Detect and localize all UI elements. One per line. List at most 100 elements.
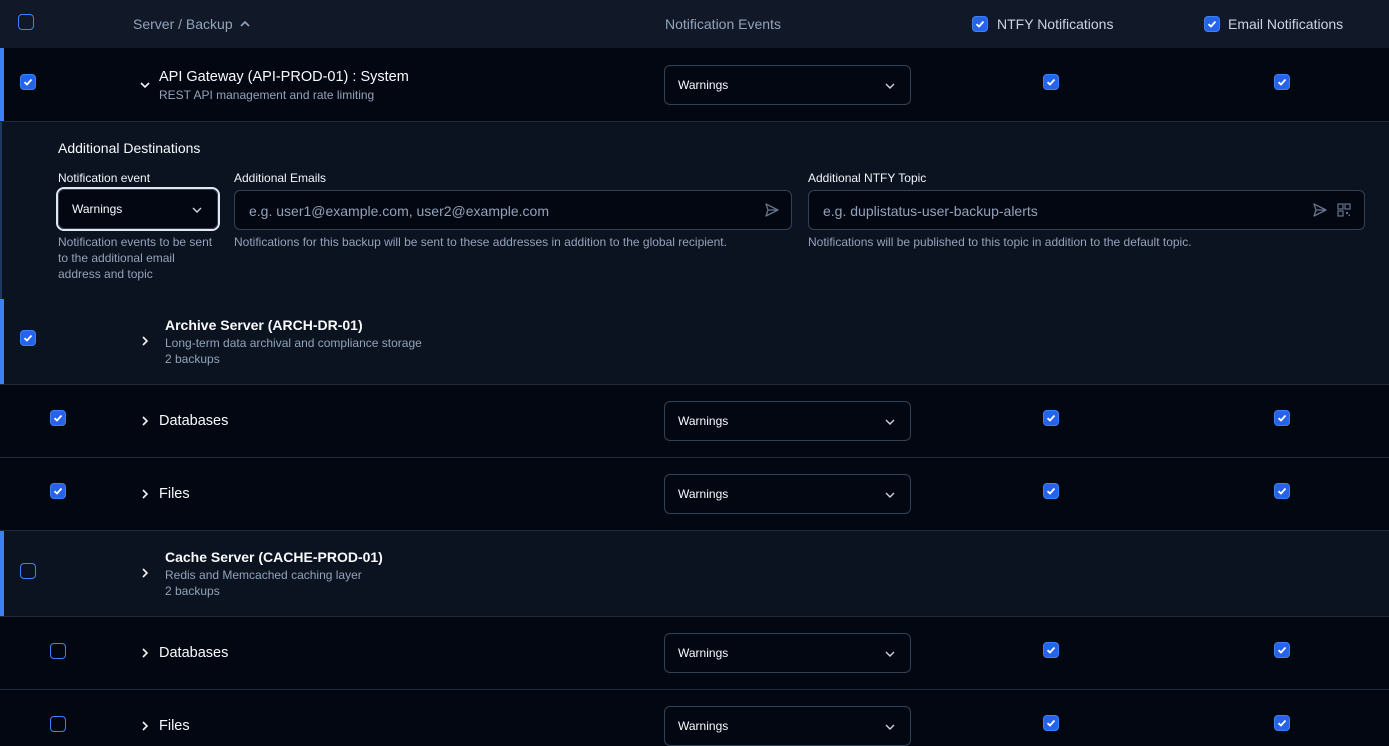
- additional-emails-help: Notifications for this backup will be se…: [234, 235, 727, 249]
- select-value: Warnings: [678, 414, 729, 428]
- backup-row-api-gateway: API Gateway (API-PROD-01) : System REST …: [0, 48, 1389, 122]
- check-icon: [23, 334, 33, 342]
- chevron-down-icon: [885, 492, 895, 498]
- additional-ntfy-help: Notifications will be published to this …: [808, 235, 1192, 249]
- send-icon[interactable]: [1312, 202, 1328, 218]
- backup-row-cache-files: Files Warnings: [0, 690, 1389, 746]
- panel-accent: [0, 122, 2, 299]
- ntfy-checkbox[interactable]: [1043, 410, 1059, 426]
- select-value: Warnings: [678, 78, 729, 92]
- check-icon: [1046, 646, 1056, 654]
- check-icon: [1277, 487, 1287, 495]
- notification-event-select[interactable]: Warnings: [664, 401, 911, 441]
- additional-emails-input[interactable]: [247, 200, 751, 222]
- expand-chevron-right-icon[interactable]: [139, 335, 151, 347]
- check-icon: [975, 20, 985, 28]
- table-header: Server / Backup Notification Events NTFY…: [0, 0, 1389, 49]
- select-value: Warnings: [678, 719, 729, 733]
- column-header-ntfy: NTFY Notifications: [997, 16, 1114, 32]
- sort-ascending-icon[interactable]: [239, 18, 251, 30]
- expand-chevron-right-icon[interactable]: [139, 488, 151, 500]
- check-icon: [1207, 20, 1217, 28]
- server-backup-count: 2 backups: [165, 352, 220, 366]
- additional-ntfy-label: Additional NTFY Topic: [808, 171, 927, 185]
- check-icon: [1046, 719, 1056, 727]
- notification-event-select[interactable]: Warnings: [664, 706, 911, 746]
- backup-name: Databases: [159, 645, 229, 661]
- chevron-down-icon: [885, 83, 895, 89]
- email-checkbox[interactable]: [1274, 410, 1290, 426]
- column-header-email: Email Notifications: [1228, 16, 1344, 32]
- qr-code-icon[interactable]: [1336, 202, 1352, 218]
- backup-row-cache-databases: Databases Warnings: [0, 617, 1389, 690]
- ntfy-checkbox[interactable]: [1043, 715, 1059, 731]
- email-checkbox[interactable]: [1274, 642, 1290, 658]
- collapse-chevron-down-icon[interactable]: [139, 79, 151, 91]
- server-row-archive: Archive Server (ARCH-DR-01) Long-term da…: [0, 299, 1389, 385]
- column-header-server-backup[interactable]: Server / Backup: [133, 16, 233, 32]
- row-select-checkbox[interactable]: [50, 483, 66, 499]
- panel-heading: Additional Destinations: [58, 140, 201, 156]
- email-all-checkbox[interactable]: [1204, 16, 1220, 32]
- check-icon: [53, 414, 63, 422]
- backup-row-archive-files: Files Warnings: [0, 458, 1389, 531]
- row-accent: [0, 299, 4, 384]
- backup-title: API Gateway (API-PROD-01) : System: [159, 69, 409, 85]
- notification-event-select[interactable]: Warnings: [664, 474, 911, 514]
- backup-description: REST API management and rate limiting: [159, 88, 375, 102]
- server-description: Redis and Memcached caching layer: [165, 568, 362, 582]
- select-value: Warnings: [72, 202, 123, 216]
- additional-emails-field[interactable]: [234, 190, 792, 230]
- email-checkbox[interactable]: [1274, 715, 1290, 731]
- ntfy-all-checkbox[interactable]: [972, 16, 988, 32]
- check-icon: [1277, 414, 1287, 422]
- email-checkbox[interactable]: [1274, 483, 1290, 499]
- expand-chevron-right-icon[interactable]: [139, 647, 151, 659]
- check-icon: [23, 78, 33, 86]
- backup-name: Files: [159, 486, 190, 502]
- server-description: Long-term data archival and compliance s…: [165, 336, 422, 350]
- row-select-checkbox[interactable]: [20, 74, 36, 90]
- server-name: Archive Server (ARCH-DR-01): [165, 317, 363, 333]
- additional-ntfy-field[interactable]: [808, 190, 1365, 230]
- notification-event-select[interactable]: Warnings: [664, 65, 911, 105]
- select-value: Warnings: [678, 487, 729, 501]
- ntfy-checkbox[interactable]: [1043, 483, 1059, 499]
- row-select-checkbox[interactable]: [50, 643, 66, 659]
- expand-chevron-right-icon[interactable]: [139, 720, 151, 732]
- additional-emails-label: Additional Emails: [234, 171, 327, 185]
- server-select-checkbox[interactable]: [20, 563, 36, 579]
- notification-event-select[interactable]: Warnings: [664, 633, 911, 673]
- additional-ntfy-input[interactable]: [821, 200, 1295, 222]
- email-checkbox[interactable]: [1274, 74, 1290, 90]
- column-header-notification-events: Notification Events: [665, 16, 781, 32]
- check-icon: [53, 487, 63, 495]
- send-icon[interactable]: [764, 202, 780, 218]
- chevron-down-icon: [192, 207, 202, 213]
- server-row-cache: Cache Server (CACHE-PROD-01) Redis and M…: [0, 531, 1389, 617]
- select-all-checkbox[interactable]: [18, 14, 34, 30]
- server-name: Cache Server (CACHE-PROD-01): [165, 549, 383, 565]
- notification-event-label: Notification event: [58, 171, 151, 185]
- check-icon: [1046, 487, 1056, 495]
- expand-chevron-right-icon[interactable]: [139, 415, 151, 427]
- server-select-checkbox[interactable]: [20, 330, 36, 346]
- row-select-checkbox[interactable]: [50, 716, 66, 732]
- chevron-down-icon: [885, 419, 895, 425]
- ntfy-checkbox[interactable]: [1043, 642, 1059, 658]
- backup-name: Files: [159, 718, 190, 734]
- chevron-down-icon: [885, 724, 895, 730]
- notification-event-help: Notification events to be sent to the ad…: [58, 235, 213, 281]
- row-accent: [0, 48, 4, 121]
- expand-chevron-right-icon[interactable]: [139, 567, 151, 579]
- backup-row-archive-databases: Databases Warnings: [0, 385, 1389, 458]
- ntfy-checkbox[interactable]: [1043, 74, 1059, 90]
- check-icon: [1046, 414, 1056, 422]
- check-icon: [1277, 719, 1287, 727]
- check-icon: [1277, 646, 1287, 654]
- check-icon: [1277, 78, 1287, 86]
- server-backup-count: 2 backups: [165, 584, 220, 598]
- select-value: Warnings: [678, 646, 729, 660]
- panel-notification-event-select[interactable]: Warnings: [58, 189, 218, 229]
- row-select-checkbox[interactable]: [50, 410, 66, 426]
